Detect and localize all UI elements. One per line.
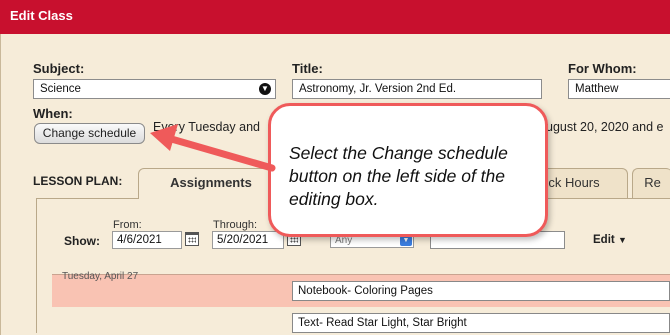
for-whom-label: For Whom:	[568, 61, 637, 76]
assignment-field[interactable]: Notebook- Coloring Pages	[292, 281, 670, 301]
caret-down-icon: ▼	[617, 235, 627, 245]
assignment-value: Text- Read Star Light, Star Bright	[298, 317, 467, 329]
row-date-label: Tuesday, April 27	[62, 271, 139, 282]
schedule-text-end: ugust 20, 2020 and e	[546, 120, 664, 134]
title-value: Astronomy, Jr. Version 2nd Ed.	[299, 83, 457, 95]
from-label: From:	[113, 219, 142, 231]
callout-text: Select the Change schedule button on the…	[289, 143, 508, 209]
title-label: Title:	[292, 61, 323, 76]
tab-assignments[interactable]: Assignments	[138, 168, 284, 199]
when-label: When:	[33, 106, 73, 121]
for-whom-value: Matthew	[575, 83, 619, 95]
tab-track-hours-label: ck Hours	[548, 175, 600, 190]
through-date-input[interactable]: 5/20/2021	[212, 231, 284, 249]
calendar-icon[interactable]	[185, 232, 199, 246]
subject-select[interactable]: Science ▼	[33, 79, 276, 99]
tab-reports-label: Re	[644, 175, 661, 190]
schedule-text-start: Every Tuesday and	[153, 120, 261, 134]
instruction-callout: Select the Change schedule button on the…	[268, 103, 548, 237]
subject-label: Subject:	[33, 61, 85, 76]
assignment-field[interactable]: Text- Read Star Light, Star Bright	[292, 313, 670, 333]
for-whom-select[interactable]: Matthew	[568, 79, 670, 99]
title-input[interactable]: Astronomy, Jr. Version 2nd Ed.	[292, 79, 542, 99]
from-date-input[interactable]: 4/6/2021	[112, 231, 182, 249]
tab-assignments-label: Assignments	[170, 175, 252, 190]
lesson-plan-label: LESSON PLAN:	[33, 174, 123, 188]
edit-menu-label: Edit	[593, 234, 615, 246]
through-date-value: 5/20/2021	[217, 234, 269, 246]
edit-menu[interactable]: Edit ▼	[593, 234, 627, 246]
tab-reports[interactable]: Re	[632, 168, 670, 198]
subject-value: Science	[40, 83, 81, 95]
change-schedule-button[interactable]: Change schedule	[34, 123, 145, 144]
assignment-value: Notebook- Coloring Pages	[298, 285, 433, 297]
window-title-bar: Edit Class	[0, 0, 670, 34]
show-label: Show:	[64, 234, 100, 248]
window-title: Edit Class	[10, 8, 73, 23]
chevron-down-icon[interactable]: ▼	[259, 83, 271, 95]
from-date-value: 4/6/2021	[117, 234, 162, 246]
chevron-down-icon: ▼	[400, 236, 412, 246]
through-label: Through:	[213, 219, 258, 231]
